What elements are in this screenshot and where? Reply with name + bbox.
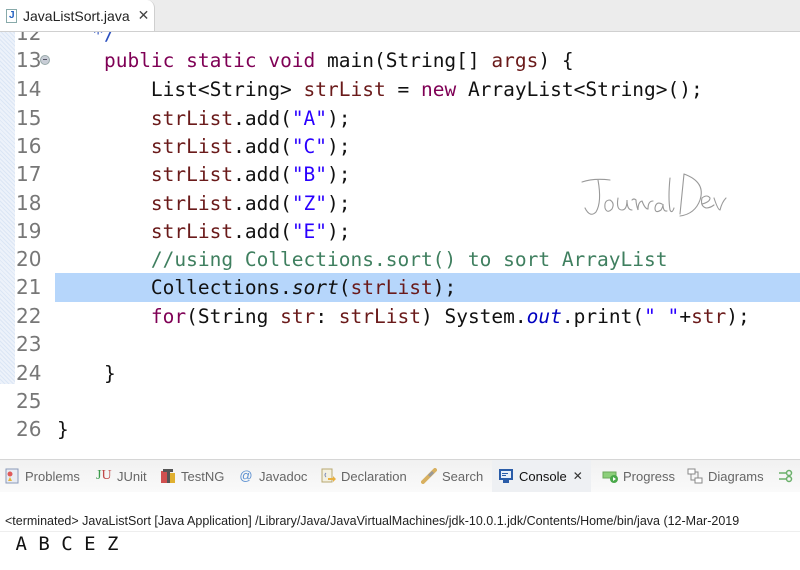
code-line: 22 for(String str: strList) System.out.p… [0, 302, 800, 331]
tab-diagrams[interactable]: Diagrams [687, 460, 764, 492]
editor-tab-javalistsort[interactable]: J JavaListSort.java ✕ [0, 0, 155, 31]
line-number: 24 [16, 361, 42, 385]
console-process-info: <terminated> JavaListSort [Java Applicat… [0, 514, 800, 532]
code-line: 25 [0, 387, 800, 416]
code-comment: //using Collections.sort() to sort Array… [57, 248, 668, 271]
code-text: } [57, 362, 116, 385]
tab-label: Search [442, 468, 484, 484]
tab-label: Diagrams [708, 468, 764, 484]
code-line: 13 public static void main(String[] args… [0, 46, 800, 75]
tab-declaration[interactable]: Declaration [320, 460, 407, 492]
console-output[interactable]: A B C E Z [4, 533, 118, 555]
code-text: for(String str: strList) System.out.prin… [150, 305, 750, 328]
journaldev-watermark [581, 173, 727, 217]
search-icon [421, 468, 437, 484]
progress-icon [602, 471, 618, 483]
tab-search[interactable]: Search [421, 460, 483, 492]
console-icon [499, 469, 513, 483]
code-line: 15 strList.add("A"); [0, 104, 800, 133]
line-number: 17 [16, 162, 42, 186]
diagrams-icon [687, 468, 703, 484]
code-line: 21 Collections.sort(strList); [0, 273, 800, 302]
code-text: public static void main(String[] args) { [103, 49, 574, 72]
line-number: 15 [16, 106, 42, 130]
code-line: 26 } [0, 415, 800, 444]
line-number: 19 [16, 219, 42, 243]
tab-label: JUnit [117, 468, 147, 484]
more-views-button[interactable] [778, 460, 799, 492]
line-number: 26 [16, 417, 42, 441]
java-file-icon: J [6, 8, 17, 23]
code-text: strList.add("C"); [150, 135, 351, 158]
fold-collapse-icon[interactable] [40, 55, 50, 65]
declaration-icon [321, 468, 336, 483]
code-line: 24 } [0, 359, 800, 388]
more-views-icon [779, 469, 793, 483]
code-line: 16 strList.add("C"); [0, 132, 800, 161]
code-text: strList.add("E"); [150, 220, 351, 243]
close-icon[interactable]: ✕ [573, 469, 583, 483]
line-number: 18 [16, 191, 42, 215]
code-text: } [57, 418, 69, 441]
code-text: List<String> strList = new ArrayList<Str… [57, 78, 703, 101]
views-tab-bar: Problems JU JUnit TestNG @ Javadoc Decla… [0, 459, 800, 492]
tab-junit[interactable]: JU JUnit [96, 460, 147, 492]
line-number: 16 [16, 134, 42, 158]
tab-console[interactable]: Console ✕ [492, 460, 591, 492]
editor-tab-bar: J JavaListSort.java ✕ [0, 0, 800, 32]
code-line: 14 List<String> strList = new ArrayList<… [0, 75, 800, 104]
line-number: 22 [16, 304, 42, 328]
code-text: strList.add("Z"); [150, 192, 351, 215]
code-text: strList.add("B"); [150, 163, 351, 186]
close-icon[interactable]: ✕ [138, 8, 150, 24]
tab-label: Declaration [341, 468, 407, 484]
tab-label: Javadoc [259, 468, 308, 484]
code-line: 20 //using Collections.sort() to sort Ar… [0, 245, 800, 274]
tab-problems[interactable]: Problems [4, 460, 80, 492]
line-number: 25 [16, 389, 42, 413]
code-text: Collections.sort(strList); [57, 276, 457, 299]
line-number: 20 [16, 247, 42, 271]
tab-progress[interactable]: Progress [602, 460, 675, 492]
tab-testng[interactable]: TestNG [160, 460, 224, 492]
junit-icon: JU [96, 468, 112, 483]
tab-label: Problems [25, 468, 80, 484]
line-number: 14 [16, 77, 42, 101]
tab-javadoc[interactable]: @ Javadoc [238, 460, 307, 492]
editor-tab-title: JavaListSort.java [23, 7, 130, 24]
tab-label: TestNG [181, 468, 225, 484]
line-number: 13 [16, 48, 42, 72]
code-editor[interactable]: 12 */ 13 public static void main(String[… [0, 32, 800, 450]
code-text: strList.add("A"); [150, 107, 351, 130]
testng-icon [161, 469, 175, 483]
line-number: 23 [16, 332, 42, 356]
problems-icon [5, 468, 19, 484]
code-line: 23 [0, 330, 800, 359]
tab-label: Progress [623, 468, 676, 484]
javadoc-icon: @ [239, 468, 253, 483]
tab-label: Console [519, 468, 567, 484]
line-number: 21 [16, 275, 42, 299]
